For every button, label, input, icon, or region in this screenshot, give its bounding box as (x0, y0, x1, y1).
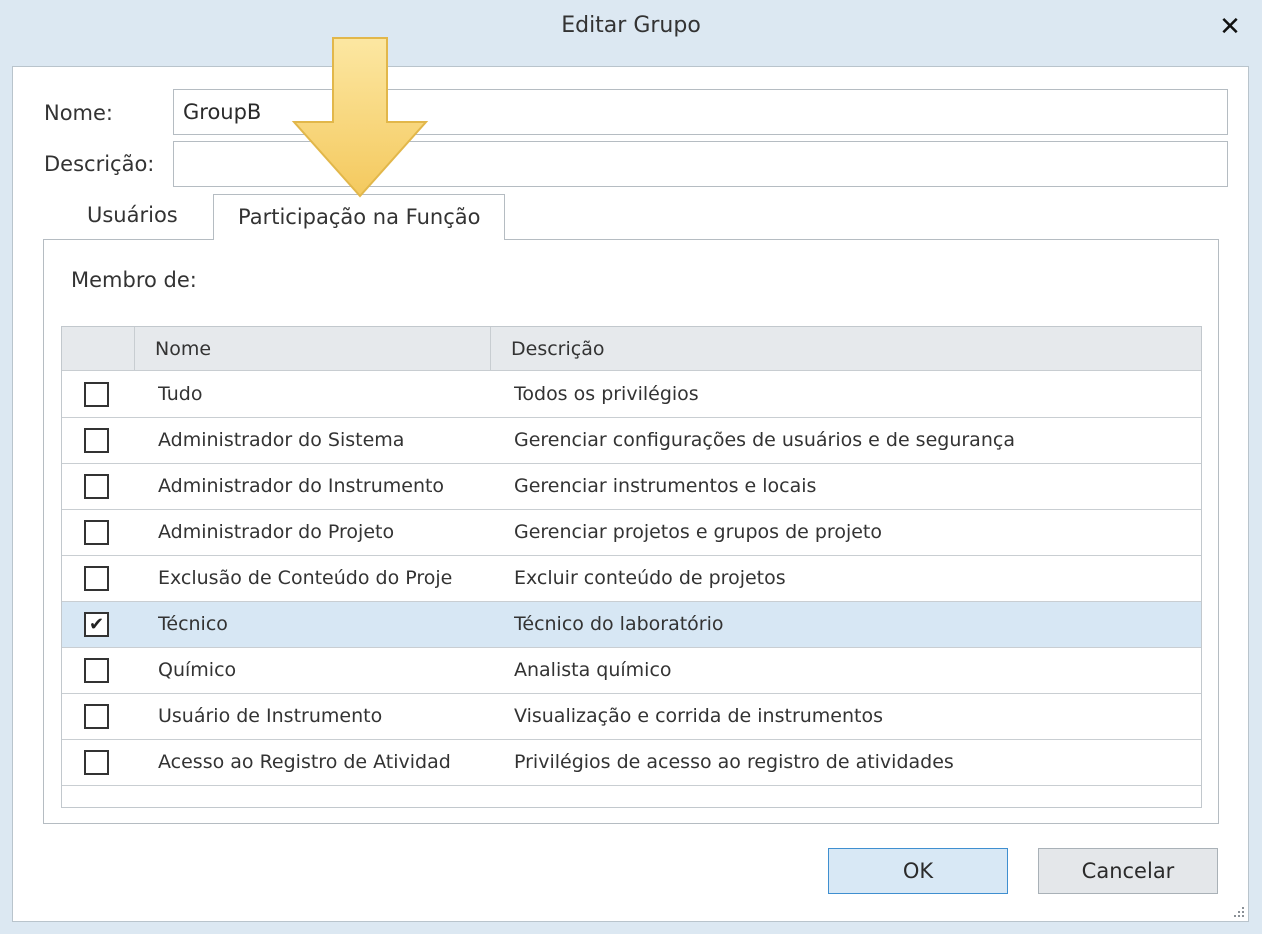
role-name-cell: Administrador do Projeto (158, 521, 395, 543)
row-checkbox[interactable] (84, 428, 109, 453)
role-name-cell: Administrador do Instrumento (158, 475, 445, 497)
role-description-cell: Técnico do laboratório (514, 613, 724, 635)
table-row[interactable]: Exclusão de Conteúdo do Proje Excluir con… (62, 556, 1201, 602)
row-checkbox[interactable] (84, 520, 109, 545)
dialog-title: Editar Grupo (561, 13, 701, 38)
role-name-cell: Usuário de Instrumento (158, 705, 383, 727)
role-name-cell: Exclusão de Conteúdo do Proje (158, 567, 453, 589)
dialog-panel: Nome: Descrição: Usuários Participação n… (12, 66, 1249, 922)
role-description-cell: Gerenciar configurações de usuários e de… (514, 429, 1015, 451)
name-field[interactable] (173, 89, 1228, 135)
table-row[interactable]: Tudo Todos os privilégios (62, 372, 1201, 418)
role-description-cell: Gerenciar projetos e grupos de projeto (514, 521, 882, 543)
row-checkbox[interactable]: ✔ (84, 612, 109, 637)
row-checkbox[interactable] (84, 382, 109, 407)
checkmark-icon: ✔ (88, 614, 105, 635)
resize-grip-icon[interactable] (1228, 901, 1246, 919)
role-name-cell: Químico (158, 659, 237, 681)
role-description-cell: Todos os privilégios (514, 383, 699, 405)
column-header-descricao[interactable]: Descrição (490, 327, 1201, 371)
name-label: Nome: (44, 101, 114, 125)
row-checkbox[interactable] (84, 704, 109, 729)
tab-participacao-na-funcao[interactable]: Participação na Função (213, 194, 506, 240)
role-description-cell: Excluir conteúdo de projetos (514, 567, 786, 589)
role-name-cell: Administrador do Sistema (158, 429, 405, 451)
role-name-cell: Acesso ao Registro de Atividad (158, 751, 451, 773)
table-row[interactable]: Administrador do Instrumento Gerenciar in… (62, 464, 1201, 510)
role-description-cell: Privilégios de acesso ao registro de ati… (514, 751, 954, 773)
title-bar: Editar Grupo ✕ (0, 0, 1262, 56)
table-row[interactable]: Administrador do Projeto Gerenciar projet… (62, 510, 1201, 556)
close-button[interactable]: ✕ (1212, 10, 1248, 46)
membro-de-heading: Membro de: (71, 268, 197, 292)
ok-button[interactable]: OK (828, 848, 1008, 894)
table-row[interactable]: ✔ Técnico Técnico do laboratório (62, 602, 1201, 648)
tab-content: Membro de: Nome Descrição Tudo Todos os p… (43, 239, 1219, 824)
description-field[interactable] (173, 141, 1228, 187)
description-label: Descrição: (44, 152, 155, 176)
cancel-button[interactable]: Cancelar (1038, 848, 1218, 894)
table-row[interactable]: Administrador do Sistema Gerenciar config… (62, 418, 1201, 464)
roles-grid: Nome Descrição Tudo Todos os privilégios A… (61, 326, 1202, 808)
row-checkbox[interactable] (84, 566, 109, 591)
role-name-cell: Tudo (158, 383, 203, 405)
column-header-nome[interactable]: Nome (134, 327, 490, 371)
close-icon: ✕ (1219, 12, 1241, 42)
role-description-cell: Visualização e corrida de instrumentos (514, 705, 884, 727)
role-name-cell: Técnico (158, 613, 228, 635)
row-checkbox[interactable] (84, 474, 109, 499)
role-description-cell: Analista químico (514, 659, 672, 681)
tab-usuarios[interactable]: Usuários (87, 203, 178, 227)
row-checkbox[interactable] (84, 750, 109, 775)
role-description-cell: Gerenciar instrumentos e locais (514, 475, 817, 497)
table-row[interactable]: Usuário de Instrumento Visualização e cor… (62, 694, 1201, 740)
row-checkbox[interactable] (84, 658, 109, 683)
table-row[interactable]: Químico Analista químico (62, 648, 1201, 694)
table-row[interactable]: Acesso ao Registro de Atividad Privilégio… (62, 740, 1201, 786)
grid-header: Nome Descrição (62, 327, 1201, 371)
